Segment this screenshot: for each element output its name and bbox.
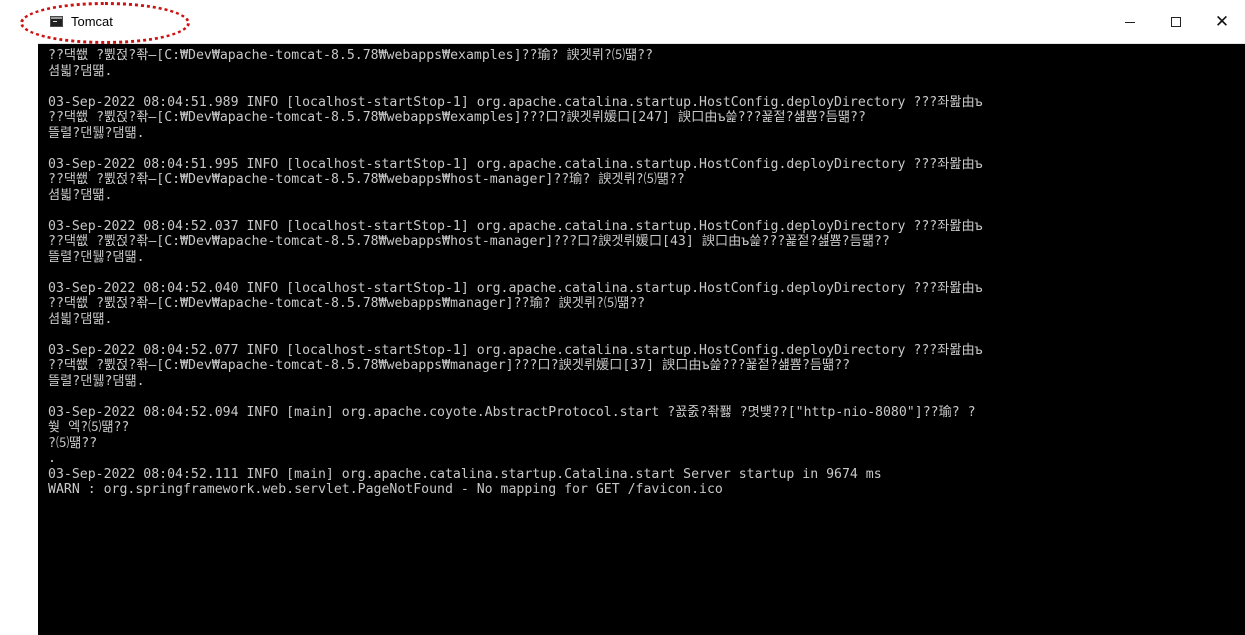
console-line: ??댁쐢 ?쀬젅?좎—[C:₩Dev₩apache-tomcat-8.5.78₩… [48, 296, 646, 311]
console-line: 03-Sep-2022 08:04:52.077 INFO [localhost… [48, 342, 983, 358]
console-line: ?⑸떎?? [48, 435, 98, 451]
console-line: 03-Sep-2022 08:04:51.995 INFO [localhost… [48, 156, 983, 172]
console-line: 03-Sep-2022 08:04:52.111 INFO [main] org… [48, 466, 882, 482]
console-output[interactable]: ??댁쐢 ?쀬젅?좎—[C:₩Dev₩apache-tomcat-8.5.78₩… [48, 48, 1245, 635]
title-bar[interactable]: Tomcat ✕ [38, 0, 1245, 44]
console-line: 뜰렬?댄뒗?댐떎. [48, 249, 145, 265]
close-icon: ✕ [1214, 11, 1230, 32]
console-line: 셤븳?댐떎. [48, 311, 113, 327]
console-line: 셤븳?댐떎. [48, 187, 113, 203]
console-line: 뜰렬?댄뒗?댐떎. [48, 125, 145, 141]
console-line: ??댁쐢 ?쀬젅?좎—[C:₩Dev₩apache-tomcat-8.5.78₩… [48, 234, 890, 249]
console-line: . [48, 451, 56, 466]
console-line: ??댁쐢 ?쀬젅?좎—[C:₩Dev₩apache-tomcat-8.5.78₩… [48, 48, 654, 63]
console-line: 03-Sep-2022 08:04:52.040 INFO [localhost… [48, 280, 983, 296]
console-app-icon [50, 16, 63, 27]
tomcat-console-window: Tomcat ✕ ??댁쐢 ?쀬젅?좎—[C:₩Dev₩apache-tomca… [38, 0, 1245, 635]
console-line: ??댁쐢 ?쀬젅?좎—[C:₩Dev₩apache-tomcat-8.5.78₩… [48, 358, 851, 373]
close-button[interactable]: ✕ [1199, 0, 1245, 43]
window-title: Tomcat [71, 14, 113, 29]
console-line: ??댁쐢 ?쀬젅?좎—[C:₩Dev₩apache-tomcat-8.5.78₩… [48, 172, 685, 187]
console-line: 셤븳?댐떎. [48, 63, 113, 79]
console-line: 뜰렬?댄뒗?댐떎. [48, 373, 145, 389]
maximize-button[interactable] [1153, 0, 1199, 43]
minimize-icon [1125, 22, 1135, 23]
console-line: 03-Sep-2022 08:04:52.094 INFO [main] org… [48, 404, 976, 420]
console-line: ??댁쐢 ?쀬젅?좎—[C:₩Dev₩apache-tomcat-8.5.78₩… [48, 110, 866, 125]
console-line: 03-Sep-2022 08:04:52.037 INFO [localhost… [48, 218, 983, 234]
console-line: WARN : org.springframework.web.servlet.P… [48, 482, 723, 497]
minimize-button[interactable] [1107, 0, 1153, 43]
console-line: 쒖 엑?⑸떎?? [48, 420, 130, 435]
console-line: 03-Sep-2022 08:04:51.989 INFO [localhost… [48, 94, 983, 110]
maximize-icon [1171, 16, 1181, 27]
